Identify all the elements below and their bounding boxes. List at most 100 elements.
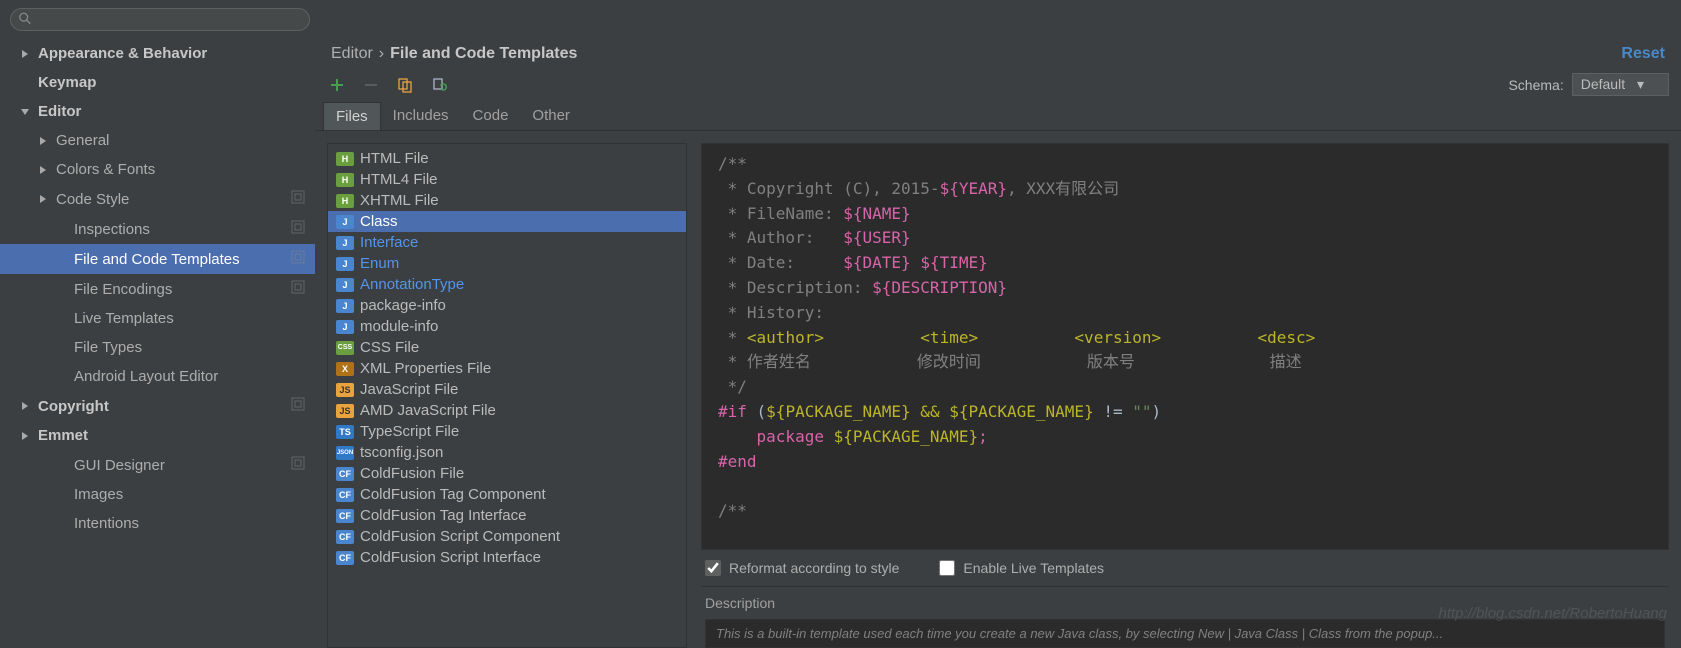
scope-icon <box>291 250 305 268</box>
template-editor[interactable]: /** * Copyright (C), 2015-${YEAR}, XXX有限… <box>701 143 1669 550</box>
reformat-checkbox-input[interactable] <box>705 560 721 576</box>
template-item-typescript-file[interactable]: TSTypeScript File <box>328 421 686 442</box>
tab-files[interactable]: Files <box>323 102 381 130</box>
nav-item-general[interactable]: General <box>0 126 315 155</box>
nav-item-file-types[interactable]: File Types <box>0 333 315 362</box>
nav-item-label: Images <box>74 486 123 503</box>
nav-item-label: Editor <box>38 103 81 120</box>
file-type-icon: CF <box>336 530 354 544</box>
nav-item-label: Appearance & Behavior <box>38 45 207 62</box>
file-type-icon: CSS <box>336 341 354 355</box>
template-label: module-info <box>360 318 438 335</box>
chevron-down-icon <box>18 105 32 119</box>
nav-item-label: Colors & Fonts <box>56 161 155 178</box>
copy-button[interactable] <box>395 75 415 95</box>
chevron-right-icon <box>36 192 50 206</box>
scope-icon <box>291 220 305 238</box>
file-type-icon: JS <box>336 404 354 418</box>
nav-item-file-and-code-templates[interactable]: File and Code Templates <box>0 244 315 274</box>
reformat-checkbox[interactable]: Reformat according to style <box>705 560 899 576</box>
template-label: Interface <box>360 234 418 251</box>
template-item-coldfusion-file[interactable]: CFColdFusion File <box>328 463 686 484</box>
nav-item-code-style[interactable]: Code Style <box>0 184 315 214</box>
nav-item-keymap[interactable]: Keymap <box>0 68 315 97</box>
chevron-right-icon <box>36 163 50 177</box>
reset-link[interactable]: Reset <box>1621 45 1665 63</box>
template-item-coldfusion-tag-component[interactable]: CFColdFusion Tag Component <box>328 484 686 505</box>
nav-item-editor[interactable]: Editor <box>0 97 315 126</box>
template-list[interactable]: HHTML FileHHTML4 FileHXHTML FileJClassJI… <box>327 143 687 648</box>
nav-item-appearance-behavior[interactable]: Appearance & Behavior <box>0 39 315 68</box>
template-label: tsconfig.json <box>360 444 443 461</box>
template-item-html-file[interactable]: HHTML File <box>328 148 686 169</box>
template-item-css-file[interactable]: CSS CSS File <box>328 337 686 358</box>
live-templates-checkbox-input[interactable] <box>939 560 955 576</box>
tab-code[interactable]: Code <box>461 102 521 130</box>
template-item-interface[interactable]: JInterface <box>328 232 686 253</box>
nav-item-label: Inspections <box>74 221 150 238</box>
nav-item-gui-designer[interactable]: GUI Designer <box>0 450 315 480</box>
remove-button[interactable] <box>361 75 381 95</box>
nav-item-live-templates[interactable]: Live Templates <box>0 304 315 333</box>
template-label: ColdFusion Script Component <box>360 528 560 545</box>
scope-icon <box>291 456 305 474</box>
template-item-coldfusion-script-component[interactable]: CF ColdFusion Script Component <box>328 526 686 547</box>
nav-item-label: Intentions <box>74 515 139 532</box>
tab-includes[interactable]: Includes <box>381 102 461 130</box>
template-item-enum[interactable]: JEnum <box>328 253 686 274</box>
template-item-xml-properties-file[interactable]: XXML Properties File <box>328 358 686 379</box>
refresh-button[interactable] <box>429 75 449 95</box>
description-text: This is a built-in template used each ti… <box>705 619 1665 648</box>
template-item-class[interactable]: JClass <box>328 211 686 232</box>
tab-bar: FilesIncludesCodeOther <box>315 102 1681 131</box>
nav-item-label: Emmet <box>38 427 88 444</box>
file-type-icon: J <box>336 278 354 292</box>
template-label: package-info <box>360 297 446 314</box>
nav-item-images[interactable]: Images <box>0 480 315 509</box>
template-item-coldfusion-script-interface[interactable]: CFColdFusion Script Interface <box>328 547 686 568</box>
tab-other[interactable]: Other <box>520 102 582 130</box>
nav-item-label: Android Layout Editor <box>74 368 218 385</box>
file-type-icon: J <box>336 257 354 271</box>
template-item-amd-javascript-file[interactable]: JS AMD JavaScript File <box>328 400 686 421</box>
template-item-html4-file[interactable]: H HTML4 File <box>328 169 686 190</box>
template-item-javascript-file[interactable]: JSJavaScript File <box>328 379 686 400</box>
nav-item-emmet[interactable]: Emmet <box>0 421 315 450</box>
template-label: CSS File <box>360 339 419 356</box>
schema-label: Schema: <box>1508 77 1563 93</box>
schema-value: Default <box>1581 76 1625 92</box>
breadcrumb: Editor › File and Code Templates Reset <box>315 35 1681 69</box>
schema-select[interactable]: Default ▾ <box>1572 73 1669 96</box>
chevron-right-icon <box>18 399 32 413</box>
nav-item-label: File Encodings <box>74 281 172 298</box>
add-button[interactable] <box>327 75 347 95</box>
file-type-icon: H <box>336 173 354 187</box>
nav-item-inspections[interactable]: Inspections <box>0 214 315 244</box>
file-type-icon: J <box>336 299 354 313</box>
template-item-annotationtype[interactable]: J AnnotationType <box>328 274 686 295</box>
nav-item-label: General <box>56 132 109 149</box>
nav-item-intentions[interactable]: Intentions <box>0 509 315 538</box>
settings-tree: Appearance & Behavior Keymap Editor General… <box>0 35 315 648</box>
template-label: AMD JavaScript File <box>360 402 496 419</box>
nav-item-copyright[interactable]: Copyright <box>0 391 315 421</box>
template-item-package-info[interactable]: Jpackage-info <box>328 295 686 316</box>
template-item-module-info[interactable]: Jmodule-info <box>328 316 686 337</box>
nav-item-label: Live Templates <box>74 310 174 327</box>
reformat-label: Reformat according to style <box>729 560 899 576</box>
template-label: AnnotationType <box>360 276 464 293</box>
template-item-tsconfig-json[interactable]: JSON tsconfig.json <box>328 442 686 463</box>
template-item-xhtml-file[interactable]: HXHTML File <box>328 190 686 211</box>
template-label: ColdFusion File <box>360 465 464 482</box>
file-type-icon: JSON <box>336 446 354 460</box>
nav-item-android-layout-editor[interactable]: Android Layout Editor <box>0 362 315 391</box>
nav-item-colors-fonts[interactable]: Colors & Fonts <box>0 155 315 184</box>
nav-item-file-encodings[interactable]: File Encodings <box>0 274 315 304</box>
template-label: XHTML File <box>360 192 439 209</box>
search-input[interactable] <box>10 8 310 31</box>
template-label: HTML4 File <box>360 171 438 188</box>
file-type-icon: H <box>336 152 354 166</box>
template-item-coldfusion-tag-interface[interactable]: CFColdFusion Tag Interface <box>328 505 686 526</box>
live-templates-checkbox[interactable]: Enable Live Templates <box>939 560 1104 576</box>
file-type-icon: CF <box>336 488 354 502</box>
